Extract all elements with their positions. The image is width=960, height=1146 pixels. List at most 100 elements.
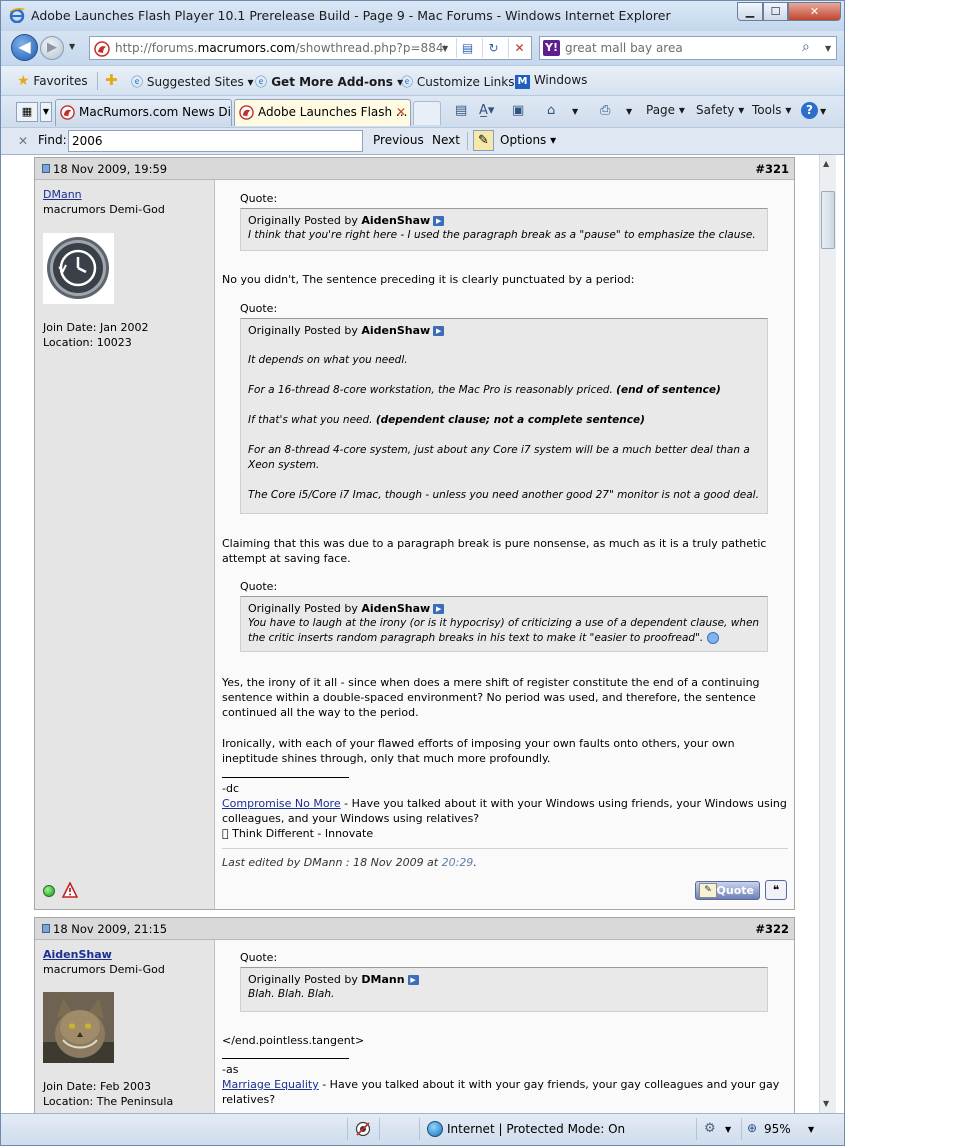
quote-text: You have to laugh at the irony (or is it… (248, 617, 760, 644)
search-icon[interactable]: ⌕ (802, 39, 810, 55)
print-dropdown-icon[interactable]: ▼ (626, 107, 632, 116)
page-menu[interactable]: Page ▾ (646, 103, 685, 117)
join-date: Join Date: Feb 2003 (43, 1080, 151, 1093)
refresh-icon[interactable]: ↻ (482, 38, 504, 58)
report-post-icon[interactable] (62, 882, 78, 898)
search-box[interactable]: Y! great mall bay area ⌕ ▼ (539, 36, 837, 60)
find-options-menu[interactable]: Options ▾ (500, 133, 556, 147)
find-next-button[interactable]: Next (432, 133, 460, 147)
addons-dropdown-icon[interactable]: ▼ (725, 1125, 731, 1134)
zoom-dropdown-icon[interactable]: ▼ (808, 1125, 814, 1134)
signature-line: -as (222, 1063, 239, 1076)
scroll-thumb[interactable] (821, 191, 835, 249)
macrumors-favicon-icon (239, 105, 254, 120)
maximize-button[interactable]: ☐ (763, 2, 788, 21)
view-post-icon[interactable]: ▶ (433, 604, 445, 614)
address-bar[interactable]: http://forums.macrumors.com/showthread.p… (89, 36, 532, 60)
help-dropdown-icon[interactable]: ▼ (820, 107, 826, 116)
tab-adobe-flash[interactable]: Adobe Launches Flash ... ✕ (234, 99, 411, 126)
last-edited-note: Last edited by DMann : 18 Nov 2009 at 20… (222, 856, 477, 869)
favorites-button[interactable]: ★ Favorites (17, 73, 88, 89)
smiley-icon (706, 632, 719, 644)
user-avatar[interactable] (43, 233, 114, 304)
quote-text: For an 8-thread 4-core system, just abou… (248, 444, 750, 471)
search-input[interactable]: great mall bay area (565, 41, 683, 55)
help-icon[interactable]: ? (801, 102, 818, 119)
protected-mode-icon[interactable]: ⚙ (704, 1121, 716, 1136)
highlight-matches-icon[interactable]: ✎ (473, 130, 494, 151)
user-avatar[interactable] (43, 992, 114, 1063)
quote-block: Originally Posted by AidenShaw ▶ I think … (240, 208, 768, 251)
minimize-button[interactable]: ▁ (737, 2, 763, 21)
windows-marketplace-icon: M (515, 75, 530, 89)
quote-attribution: Originally Posted by AidenShaw ▶ (248, 601, 760, 616)
recent-pages-dropdown[interactable]: ▼ (69, 42, 75, 51)
read-mail-icon[interactable]: A̲▾ (479, 103, 494, 118)
web-slice-icon[interactable]: ▣ (512, 103, 524, 118)
separator (347, 1118, 348, 1140)
user-details: Join Date: Jan 2002 Location: 10023 (43, 320, 148, 350)
home-dropdown-icon[interactable]: ▼ (572, 107, 578, 116)
quote-text: The Core i5/Core i7 Imac, though - unles… (248, 489, 759, 501)
view-post-icon[interactable]: ▶ (433, 216, 445, 226)
forward-button[interactable]: ▶ (40, 36, 64, 60)
post-date: 18 Nov 2009, 19:59 (53, 162, 168, 176)
post-icon (42, 164, 50, 173)
quote-button[interactable]: ✎ Quote (695, 881, 760, 900)
close-find-icon[interactable]: ✕ (18, 134, 28, 148)
close-tab-icon[interactable]: ✕ (396, 105, 406, 119)
quote-text: If that's what you need. (dependent clau… (248, 414, 645, 426)
ie-page-icon: ⓔ (131, 75, 144, 89)
multi-quote-icon: ❝ (772, 883, 780, 897)
tab-macrumors-news[interactable]: MacRumors.com News Di... (55, 99, 232, 126)
scroll-down-icon[interactable]: ▼ (823, 1099, 829, 1108)
zoom-icon: ⊕ (747, 1121, 758, 1135)
privacy-report-icon[interactable] (355, 1121, 371, 1137)
address-url[interactable]: http://forums.macrumors.com/showthread.p… (115, 41, 445, 55)
get-more-addons-link[interactable]: ⓔ Get More Add-ons ▾ (255, 73, 403, 90)
tools-menu[interactable]: Tools ▾ (752, 103, 791, 117)
close-window-button[interactable]: ✕ (788, 2, 841, 21)
search-options-dropdown[interactable]: ▼ (825, 44, 831, 53)
signature-line:  Think Different - Innovate (222, 827, 373, 840)
tab-list-dropdown[interactable]: ▼ (40, 102, 52, 122)
username-link[interactable]: DMann (43, 188, 82, 201)
print-icon[interactable]: ⎙ (600, 103, 610, 118)
signature-link[interactable]: Marriage Equality (222, 1078, 319, 1091)
windows-link[interactable]: M Windows (515, 73, 587, 89)
quote-text: For a 16-thread 8-core workstation, the … (248, 384, 721, 396)
edit-divider (222, 848, 788, 849)
suggested-sites-link[interactable]: ⓔ Suggested Sites ▾ (131, 73, 254, 90)
address-dropdown-icon[interactable]: ▼ (442, 44, 448, 53)
safety-menu[interactable]: Safety ▾ (696, 103, 744, 117)
yahoo-logo-icon: Y! (543, 40, 560, 56)
customize-links-link[interactable]: ⓔ Customize Links (401, 73, 514, 90)
ie-page-icon: ⓔ (401, 75, 414, 89)
scroll-up-icon[interactable]: ▲ (823, 159, 829, 168)
zoom-level[interactable]: 95% (764, 1122, 791, 1136)
view-post-icon[interactable]: ▶ (407, 975, 419, 985)
new-tab-button[interactable] (413, 101, 441, 125)
compatibility-view-icon[interactable]: ▤ (456, 38, 478, 58)
stop-icon[interactable]: ✕ (508, 38, 530, 58)
post-number-link[interactable]: #322 (755, 922, 789, 936)
multi-quote-button[interactable]: ❝ (765, 880, 787, 900)
quote-text: I think that you're right here - I used … (248, 229, 756, 241)
home-icon[interactable]: ⌂ (547, 103, 555, 118)
post-number-link[interactable]: #321 (755, 162, 789, 176)
find-input[interactable]: 2006 (68, 130, 363, 152)
forum-thread: 18 Nov 2009, 19:59 #321 DMann macrumors … (34, 155, 795, 1113)
view-post-icon[interactable]: ▶ (433, 326, 445, 336)
feeds-icon[interactable]: ▤ (455, 103, 467, 118)
signature-link[interactable]: Compromise No More (222, 797, 341, 810)
forum-post: 18 Nov 2009, 19:59 #321 DMann macrumors … (34, 157, 795, 910)
vertical-scrollbar[interactable]: ▲ ▼ (819, 155, 836, 1113)
post-icon (42, 924, 50, 933)
quick-tabs-icon[interactable]: ▦ (16, 102, 38, 122)
find-previous-button[interactable]: Previous (373, 133, 424, 147)
security-zone-status[interactable]: Internet | Protected Mode: On (447, 1122, 625, 1136)
add-to-favorites-icon[interactable]: ✚ (105, 71, 118, 89)
quote-attribution: Originally Posted by DMann ▶ (248, 972, 760, 987)
back-button[interactable]: ◀ (11, 34, 38, 61)
username-link[interactable]: AidenShaw (43, 948, 112, 961)
